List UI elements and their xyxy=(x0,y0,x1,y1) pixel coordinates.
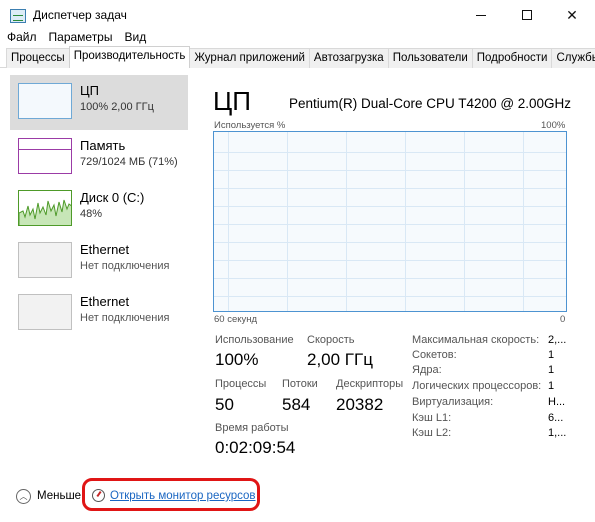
chevron-up-icon[interactable]: ︿ xyxy=(16,489,31,504)
sidebar-item-value: 100% 2,00 ГГц xyxy=(80,101,154,113)
detail-value: 6... xyxy=(548,412,564,424)
red-highlight-annotation xyxy=(82,478,260,511)
graph-gridline xyxy=(228,132,229,311)
graph-gridline xyxy=(214,170,566,171)
detail-value: 1 xyxy=(548,364,555,376)
maximize-button[interactable] xyxy=(504,0,550,30)
memory-thumbnail-graph xyxy=(18,138,72,174)
detail-value: Н... xyxy=(548,396,566,408)
detail-label: Кэш L2: xyxy=(412,427,452,439)
menu-bar: Файл Параметры Вид xyxy=(0,28,151,46)
graph-gridline xyxy=(346,132,347,311)
detail-label: Кэш L1: xyxy=(412,412,452,424)
usage-label: Использование xyxy=(215,334,294,346)
tab-details[interactable]: Подробности xyxy=(471,48,553,68)
page-title: ЦП xyxy=(213,86,251,116)
graph-gridline xyxy=(214,296,566,297)
graph-gridline xyxy=(214,224,566,225)
graph-time-end: 0 xyxy=(560,314,566,325)
tab-strip: Процессы Производительность Журнал прило… xyxy=(6,46,595,68)
maximize-icon xyxy=(522,10,532,20)
tab-users[interactable]: Пользователи xyxy=(387,48,473,68)
detail-label: Ядра: xyxy=(412,364,442,376)
cpu-model-name: Pentium(R) Dual-Core CPU T4200 @ 2.00GHz xyxy=(289,96,572,111)
speed-label: Скорость xyxy=(307,334,355,346)
graph-gridline xyxy=(214,152,566,153)
sidebar-item-ethernet-2[interactable]: Ethernet Нет подключения xyxy=(10,286,188,338)
graph-gridline xyxy=(214,278,566,279)
threads-label: Потоки xyxy=(282,378,318,390)
detail-label: Максимальная скорость: xyxy=(412,334,540,346)
resource-sidebar: ЦП 100% 2,00 ГГц Память 729/1024 МБ (71%… xyxy=(10,75,188,338)
tab-services[interactable]: Службы xyxy=(551,48,595,68)
ethernet-thumbnail-graph xyxy=(18,242,72,278)
sidebar-item-disk[interactable]: Диск 0 (C:) 48% xyxy=(10,182,188,234)
sidebar-item-value: Нет подключения xyxy=(80,260,170,272)
sidebar-item-label: Ethernet xyxy=(80,242,130,257)
graph-time-span: 60 секунд xyxy=(214,314,258,325)
graph-gridline xyxy=(214,242,566,243)
speed-value: 2,00 ГГц xyxy=(307,350,373,369)
menu-view[interactable]: Вид xyxy=(117,28,151,46)
detail-label: Сокетов: xyxy=(412,349,457,361)
menu-file[interactable]: Файл xyxy=(0,28,42,46)
task-manager-app-icon xyxy=(10,9,26,23)
handles-value: 20382 xyxy=(336,395,384,414)
uptime-value: 0:02:09:54 xyxy=(215,438,296,457)
minimize-button[interactable] xyxy=(458,0,504,30)
tab-startup[interactable]: Автозагрузка xyxy=(308,48,389,68)
tab-processes[interactable]: Процессы xyxy=(6,48,70,68)
graph-gridline xyxy=(287,132,288,311)
graph-gridline xyxy=(214,188,566,189)
threads-value: 584 xyxy=(282,395,311,414)
detail-value: 1 xyxy=(548,380,555,392)
menu-options[interactable]: Параметры xyxy=(42,28,118,46)
processes-label: Процессы xyxy=(215,378,267,390)
sidebar-item-memory[interactable]: Память 729/1024 МБ (71%) xyxy=(10,130,188,182)
graph-gridline xyxy=(214,260,566,261)
detail-label: Логических процессоров: xyxy=(412,380,542,392)
sidebar-item-value: 729/1024 МБ (71%) xyxy=(80,156,178,168)
window-title: Диспетчер задач xyxy=(33,8,127,22)
graph-gridline xyxy=(214,206,566,207)
sidebar-item-value: 48% xyxy=(80,208,103,220)
disk-activity-sparkline xyxy=(19,199,71,225)
fewer-details-button[interactable]: Меньше xyxy=(37,490,81,502)
sidebar-item-label: Память xyxy=(80,138,126,153)
detail-value: 1,... xyxy=(548,427,567,439)
cpu-usage-graph xyxy=(213,131,567,312)
tab-app-history[interactable]: Журнал приложений xyxy=(189,48,310,68)
handles-label: Дескрипторы xyxy=(336,378,404,390)
close-icon: ✕ xyxy=(566,6,578,23)
sidebar-item-value: Нет подключения xyxy=(80,312,170,324)
chevron-up-glyph: ︿ xyxy=(19,492,28,501)
graph-y-label: Используется % xyxy=(214,120,286,131)
graph-gridline xyxy=(523,132,524,311)
minimize-icon xyxy=(476,14,486,16)
detail-label: Виртуализация: xyxy=(412,396,494,408)
sidebar-item-label: Диск 0 (C:) xyxy=(80,190,145,205)
uptime-label: Время работы xyxy=(215,422,289,434)
close-button[interactable]: ✕ xyxy=(549,0,595,30)
sidebar-item-cpu[interactable]: ЦП 100% 2,00 ГГц xyxy=(10,75,188,130)
ethernet-thumbnail-graph xyxy=(18,294,72,330)
sidebar-item-ethernet-1[interactable]: Ethernet Нет подключения xyxy=(10,234,188,286)
tab-performance[interactable]: Производительность xyxy=(68,46,191,68)
usage-value: 100% xyxy=(215,350,259,369)
cpu-thumbnail-graph xyxy=(18,83,72,119)
detail-value: 2,... xyxy=(548,334,567,346)
graph-max-label: 100% xyxy=(541,120,566,131)
graph-gridline xyxy=(405,132,406,311)
sidebar-item-label: Ethernet xyxy=(80,294,130,309)
disk-thumbnail-graph xyxy=(18,190,72,226)
processes-value: 50 xyxy=(215,395,234,414)
graph-gridline xyxy=(464,132,465,311)
sidebar-item-label: ЦП xyxy=(80,83,99,98)
detail-value: 1 xyxy=(548,349,555,361)
